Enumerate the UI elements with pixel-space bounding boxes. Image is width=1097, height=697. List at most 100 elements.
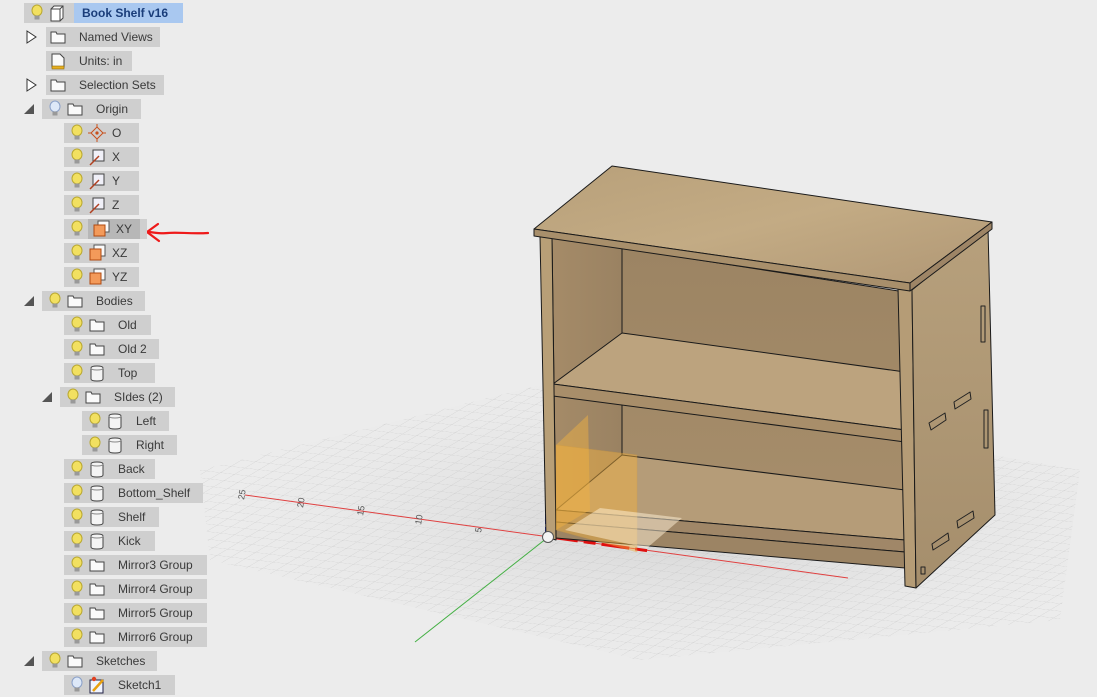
tree-item-label: Back [118, 462, 145, 476]
tree-item-label: Top [118, 366, 138, 380]
tree-item-kick[interactable]: Kick [64, 531, 155, 551]
lightbulb-on-icon[interactable] [70, 172, 84, 190]
tree-item-label: Old 2 [118, 342, 147, 356]
tree-item-label: Right [136, 438, 165, 452]
grid-label: 15 [355, 505, 367, 517]
tree-item-sketches[interactable]: Sketches [42, 651, 157, 671]
lightbulb-on-icon[interactable] [70, 556, 84, 574]
lightbulb-on-icon[interactable] [70, 124, 84, 142]
tree-item-label: Sketch1 [118, 678, 162, 692]
lightbulb-on-icon[interactable] [70, 604, 84, 622]
lightbulb-on-icon[interactable] [70, 508, 84, 526]
tree-item-plane-xy[interactable]: XY [64, 219, 147, 239]
folder-icon [88, 316, 106, 334]
lightbulb-on-icon[interactable] [88, 436, 102, 454]
folder-icon [88, 628, 106, 646]
lightbulb-on-icon[interactable] [66, 388, 80, 406]
tree-item-units[interactable]: Units: in [46, 51, 132, 71]
tree-item-label: Book Shelf v16 [82, 6, 169, 20]
axis-icon [88, 196, 106, 214]
tree-item-right[interactable]: Right [82, 435, 177, 455]
tree-item-label: Mirror6 Group [118, 630, 193, 644]
plane-icon [88, 244, 106, 262]
lightbulb-on-icon[interactable] [48, 652, 62, 670]
folder-icon [49, 76, 67, 94]
expander-collapsed-icon[interactable] [24, 78, 38, 92]
lightbulb-on-icon[interactable] [48, 292, 62, 310]
tree-item-label: Selection Sets [79, 78, 156, 92]
lightbulb-on-icon[interactable] [70, 580, 84, 598]
lightbulb-on-icon[interactable] [70, 220, 84, 238]
tree-item-label: Left [136, 414, 157, 428]
tree-item-label: Z [112, 198, 120, 212]
lightbulb-on-icon[interactable] [70, 532, 84, 550]
tree-item-shelf[interactable]: Shelf [64, 507, 159, 527]
body-icon [88, 484, 106, 502]
tree-item-bodies[interactable]: Bodies [42, 291, 145, 311]
tree-item-label: Named Views [79, 30, 153, 44]
tree-item-label: Mirror3 Group [118, 558, 193, 572]
tree-item-plane-yz[interactable]: YZ [64, 267, 139, 287]
expander-expanded-icon[interactable] [40, 390, 54, 404]
folder-icon [84, 388, 102, 406]
body-icon [88, 532, 106, 550]
component-box-icon [48, 4, 66, 22]
origin-point-marker[interactable] [542, 531, 554, 543]
grid-label: 10 [413, 514, 425, 526]
tree-item-axis-z[interactable]: Z [64, 195, 139, 215]
tree-item-label: O [112, 126, 122, 140]
lightbulb-on-icon[interactable] [70, 484, 84, 502]
lightbulb-on-icon[interactable] [70, 196, 84, 214]
tree-item-old-2[interactable]: Old 2 [64, 339, 159, 359]
plane-icon [92, 220, 110, 238]
tree-item-plane-xz[interactable]: XZ [64, 243, 139, 263]
tree-item-old[interactable]: Old [64, 315, 151, 335]
lightbulb-on-icon[interactable] [88, 412, 102, 430]
tree-item-left[interactable]: Left [82, 411, 169, 431]
lightbulb-on-icon[interactable] [70, 460, 84, 478]
tree-item-origin-o[interactable]: O [64, 123, 139, 143]
lightbulb-on-icon[interactable] [70, 628, 84, 646]
tree-item-label: Bottom_Shelf [118, 486, 191, 500]
expander-expanded-icon[interactable] [22, 102, 36, 116]
tree-item-label: Mirror5 Group [118, 606, 193, 620]
sketch-icon [88, 676, 106, 694]
lightbulb-on-icon[interactable] [70, 364, 84, 382]
root-label-chip[interactable]: Book Shelf v16 [74, 3, 183, 23]
tree-item-sides[interactable]: SIdes (2) [60, 387, 175, 407]
tree-item-label: Old [118, 318, 137, 332]
expander-expanded-icon[interactable] [22, 294, 36, 308]
lightbulb-on-icon[interactable] [70, 316, 84, 334]
tree-item-named-views[interactable]: Named Views [46, 27, 160, 47]
lightbulb-on-icon[interactable] [70, 148, 84, 166]
lightbulb-off-icon[interactable] [48, 100, 62, 118]
tree-item-label: Shelf [118, 510, 146, 524]
body-icon [88, 508, 106, 526]
folder-icon [88, 340, 106, 358]
tree-item-label: Mirror4 Group [118, 582, 193, 596]
lightbulb-off-icon[interactable] [70, 676, 84, 694]
body-icon [106, 412, 124, 430]
expander-collapsed-icon[interactable] [24, 30, 38, 44]
tree-item-origin[interactable]: Origin [42, 99, 141, 119]
tree-item-axis-x[interactable]: X [64, 147, 139, 167]
folder-icon [66, 652, 84, 670]
tree-item-mirror3-group[interactable]: Mirror3 Group [64, 555, 207, 575]
tree-item-selection-sets[interactable]: Selection Sets [46, 75, 164, 95]
tree-item-mirror4-group[interactable]: Mirror4 Group [64, 579, 207, 599]
tree-item-axis-y[interactable]: Y [64, 171, 139, 191]
lightbulb-on-icon[interactable] [30, 4, 44, 22]
lightbulb-on-icon[interactable] [70, 244, 84, 262]
lightbulb-on-icon[interactable] [70, 340, 84, 358]
origin-point-icon [88, 124, 106, 142]
tree-item-bottom-shelf[interactable]: Bottom_Shelf [64, 483, 203, 503]
tree-item-sketch1[interactable]: Sketch1 [64, 675, 175, 695]
tree-item-mirror5-group[interactable]: Mirror5 Group [64, 603, 207, 623]
tree-item-back[interactable]: Back [64, 459, 155, 479]
tree-item-mirror6-group[interactable]: Mirror6 Group [64, 627, 207, 647]
body-icon [106, 436, 124, 454]
tree-item-label: XZ [112, 246, 128, 260]
tree-item-top[interactable]: Top [64, 363, 155, 383]
expander-expanded-icon[interactable] [22, 654, 36, 668]
lightbulb-on-icon[interactable] [70, 268, 84, 286]
